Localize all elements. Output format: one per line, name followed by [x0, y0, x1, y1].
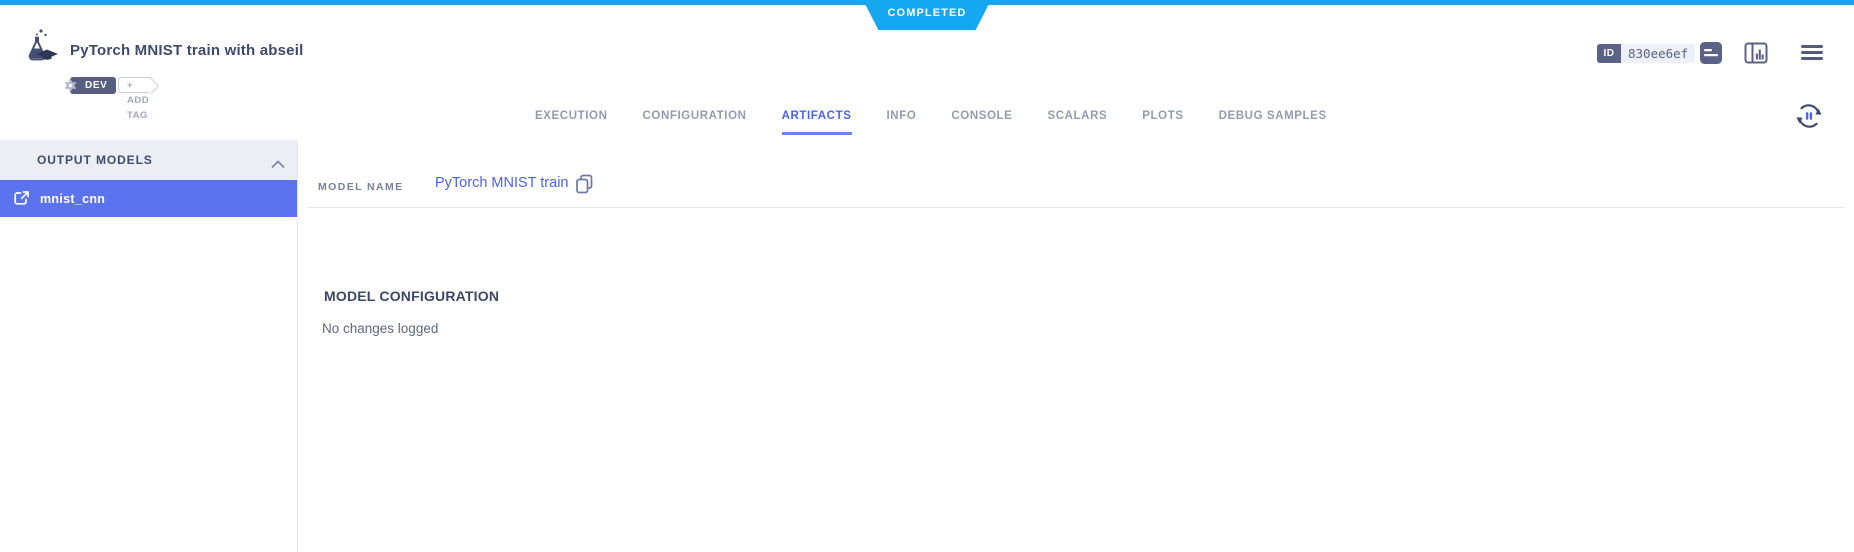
experiment-id-chip[interactable]: ID 830ee6ef — [1597, 44, 1695, 63]
output-models-title: OUTPUT MODELS — [37, 153, 153, 167]
id-value: 830ee6ef — [1621, 44, 1695, 63]
chevron-up-icon[interactable] — [271, 156, 285, 174]
copy-icon[interactable] — [575, 174, 594, 199]
tab-bar: EXECUTION CONFIGURATION ARTIFACTS INFO C… — [535, 110, 1327, 135]
table-view-icon[interactable] — [1744, 41, 1768, 70]
tab-scalars[interactable]: SCALARS — [1047, 110, 1107, 135]
auto-refresh-icon[interactable] — [1794, 101, 1824, 131]
tab-info[interactable]: INFO — [887, 110, 917, 135]
add-tag-button[interactable]: + ADD TAG — [118, 77, 151, 93]
sidebar-item-mnist-cnn[interactable]: mnist_cnn — [0, 180, 297, 217]
status-badge: COMPLETED — [863, 0, 991, 30]
page-title: PyTorch MNIST train with abseil — [70, 42, 303, 59]
tab-plots[interactable]: PLOTS — [1142, 110, 1183, 135]
tab-configuration[interactable]: CONFIGURATION — [643, 110, 747, 135]
experiment-detail-page: COMPLETED PyTorch MNIST train with absei… — [0, 0, 1854, 552]
sidebar-item-label: mnist_cnn — [40, 192, 105, 206]
sidebar-divider — [297, 140, 298, 552]
tab-execution[interactable]: EXECUTION — [535, 110, 608, 135]
model-configuration-empty-text: No changes logged — [322, 321, 438, 336]
tab-debug-samples[interactable]: DEBUG SAMPLES — [1219, 110, 1327, 135]
menu-icon[interactable] — [1801, 45, 1823, 60]
model-name-label: MODEL NAME — [318, 181, 404, 193]
model-configuration-heading: MODEL CONFIGURATION — [324, 288, 499, 304]
model-name-link[interactable]: PyTorch MNIST train — [435, 175, 569, 191]
id-label: ID — [1597, 44, 1621, 63]
details-view-icon[interactable] — [1699, 41, 1723, 70]
output-models-header: OUTPUT MODELS — [0, 140, 297, 180]
tab-artifacts[interactable]: ARTIFACTS — [782, 110, 852, 135]
model-name-divider — [308, 207, 1844, 208]
experiment-icon — [20, 28, 58, 69]
gear-icon — [64, 79, 77, 97]
tab-console[interactable]: CONSOLE — [951, 110, 1012, 135]
open-model-icon — [13, 190, 30, 212]
